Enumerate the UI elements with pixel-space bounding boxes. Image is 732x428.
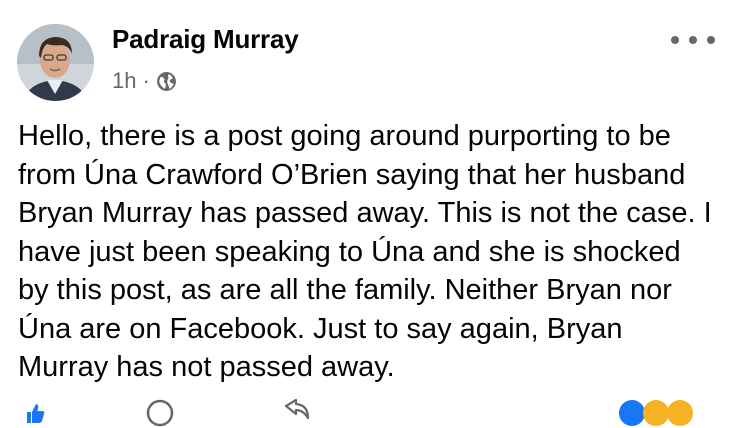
comment-button[interactable] [145, 398, 175, 428]
more-dot [671, 36, 679, 44]
reaction-emoji-icons [619, 400, 693, 426]
post-text: Hello, there is a post going around purp… [18, 120, 712, 383]
author-avatar[interactable] [17, 24, 94, 101]
more-dots-icon[interactable] [671, 26, 715, 54]
share-icon [284, 398, 310, 420]
meta-separator: · [142, 68, 150, 93]
post-time[interactable]: 1h [112, 68, 136, 94]
author-name[interactable]: Padraig Murray [112, 24, 299, 55]
reaction-summary[interactable] [616, 398, 712, 428]
like-button[interactable] [24, 398, 46, 428]
share-button[interactable] [282, 398, 312, 428]
more-dot [707, 36, 715, 44]
more-dot [689, 36, 697, 44]
thumbs-up-icon [27, 404, 45, 423]
post-meta: 1h · [112, 68, 177, 94]
globe-icon[interactable] [156, 71, 177, 92]
comment-icon [146, 399, 174, 427]
action-bar [0, 398, 732, 428]
avatar-image [17, 24, 94, 101]
